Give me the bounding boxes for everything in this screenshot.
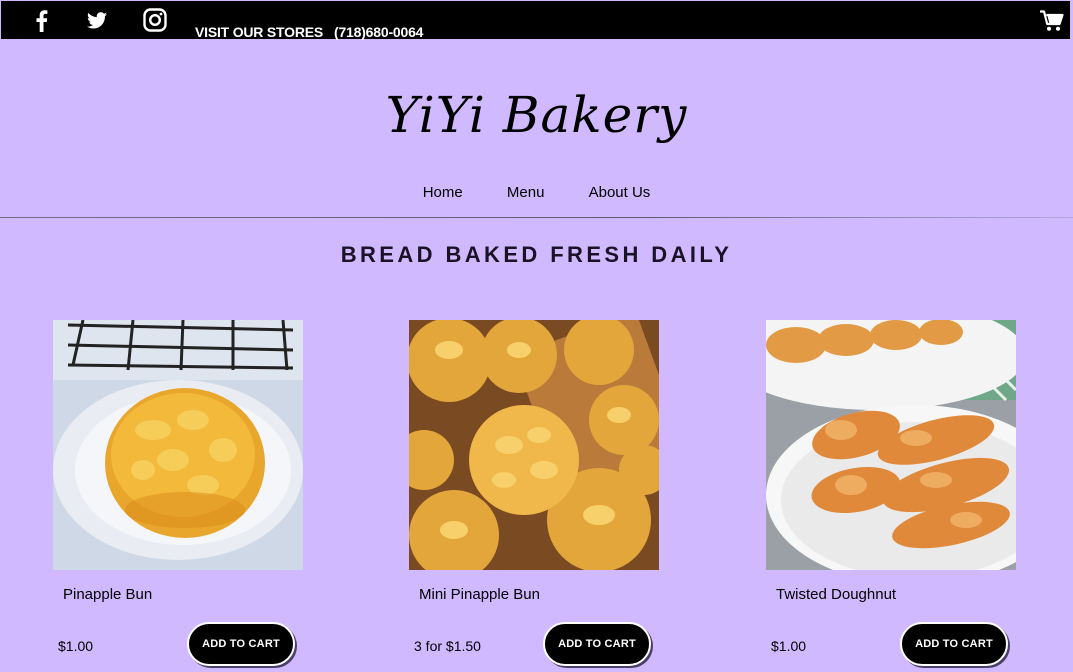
product-price: 3 for $1.50 [414,638,481,654]
nav-menu[interactable]: Menu [507,184,545,202]
product-image[interactable] [53,320,303,570]
top-bar: VISIT OUR STORES (718)680-0064 [0,0,1071,40]
twitter-icon[interactable] [87,12,107,29]
product-card: Twisted Doughnut $1.00 ADD TO CART [766,320,1016,666]
product-name[interactable]: Mini Pinapple Bun [419,586,540,603]
add-to-cart-button[interactable]: ADD TO CART [900,622,1008,666]
brand-logo[interactable]: YiYi Bakery [0,80,1073,150]
product-card: Pinapple Bun $1.00 ADD TO CART [53,320,303,666]
main-nav: Home Menu About Us [0,184,1073,202]
product-image[interactable] [766,320,1016,570]
add-to-cart-button[interactable]: ADD TO CART [543,622,651,666]
facebook-icon[interactable] [33,10,49,32]
phone-number[interactable]: (718)680-0064 [334,24,423,40]
visit-stores-link[interactable]: VISIT OUR STORES [195,24,323,40]
add-to-cart-button[interactable]: ADD TO CART [187,622,295,666]
instagram-icon[interactable] [143,8,167,32]
product-image[interactable] [409,320,659,570]
nav-divider [0,217,1073,218]
nav-home[interactable]: Home [423,184,463,202]
nav-about-us[interactable]: About Us [589,184,651,202]
page-headline: BREAD BAKED FRESH DAILY [340,242,733,267]
product-price: $1.00 [58,638,94,654]
cart-icon[interactable] [1040,10,1064,37]
product-price: $1.00 [771,638,807,654]
product-name[interactable]: Pinapple Bun [63,586,152,603]
product-name[interactable]: Twisted Doughnut [776,586,896,603]
product-card: Mini Pinapple Bun 3 for $1.50 ADD TO CAR… [409,320,659,666]
